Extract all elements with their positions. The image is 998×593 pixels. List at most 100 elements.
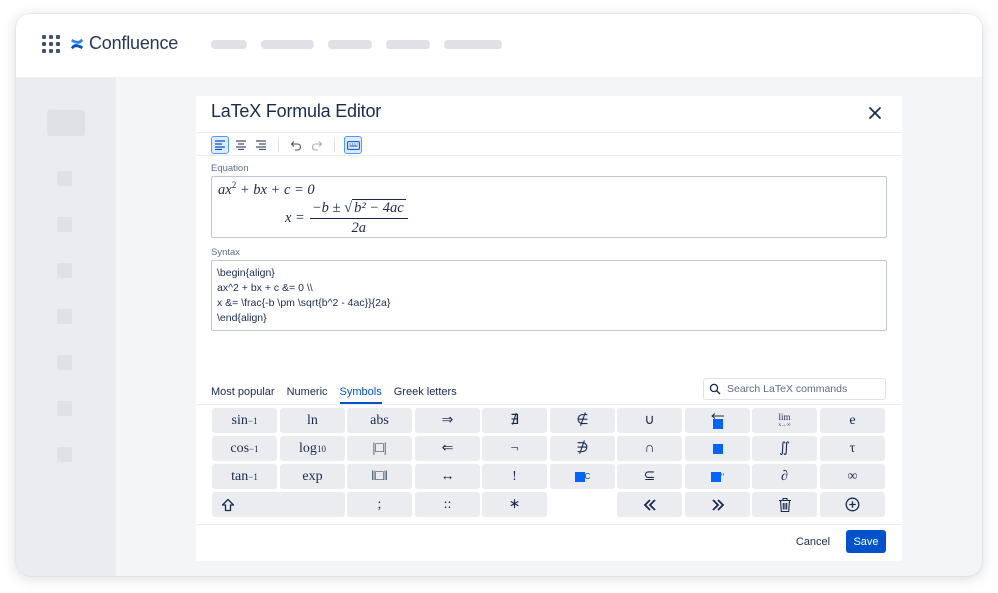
syntax-textarea[interactable]: \begin{align} ax^2 + bx + c &= 0 \\ x &=… (211, 260, 887, 331)
eq-numerator: −b ± √ b² − 4ac (309, 199, 408, 219)
eq-radicand: b² − 4ac (352, 199, 406, 216)
search-icon (709, 383, 721, 395)
cancel-button[interactable]: Cancel (790, 530, 836, 553)
save-button[interactable]: Save (846, 530, 886, 553)
key-not-exists[interactable]: ∄ (482, 408, 547, 433)
tab-numeric[interactable]: Numeric (287, 386, 328, 404)
syntax-line: \begin{align} (217, 267, 275, 279)
key-euler-e[interactable]: e (820, 408, 885, 433)
confluence-window: Confluence LaTeX Formula Editor Equation… (16, 14, 982, 576)
equation-preview: ax2 + bx + c = 0 x = −b ± √ b² − 4ac 2a (211, 176, 887, 238)
equation-label: Equation (211, 163, 249, 174)
key-subseteq[interactable]: ⊆ (617, 464, 682, 489)
toolbar-divider (278, 138, 279, 152)
key-abs-box[interactable]: |□| (347, 436, 412, 461)
key-abs[interactable]: abs (347, 408, 412, 433)
key-arcsin[interactable]: sin −1 (212, 408, 277, 433)
dialog-title: LaTeX Formula Editor (211, 101, 382, 121)
double-chevron-left-icon (643, 498, 656, 511)
key-add[interactable] (820, 492, 885, 517)
align-left-icon[interactable] (211, 136, 229, 154)
key-superscript: C (584, 472, 591, 481)
sidebar (16, 77, 116, 576)
key-exponent: −1 (248, 471, 258, 482)
confluence-logo[interactable]: Confluence (70, 33, 178, 54)
key-superscript: ″ (720, 471, 725, 482)
search-input[interactable] (727, 383, 877, 395)
key-factorial[interactable]: ! (482, 464, 547, 489)
key-infinity[interactable]: ∞ (820, 464, 885, 489)
key-ln[interactable]: ln (280, 408, 345, 433)
sidebar-placeholder-item (57, 263, 72, 278)
key-partial[interactable]: ∂ (752, 464, 817, 489)
eq-lhs: x = (285, 209, 305, 226)
syntax-label: Syntax (211, 247, 241, 258)
key-text: tan (231, 468, 249, 484)
key-double-colon[interactable]: :: (415, 492, 480, 517)
key-overleftarrow[interactable] (685, 408, 750, 433)
tab-greek-letters[interactable]: Greek letters (394, 386, 457, 404)
align-right-icon[interactable] (252, 136, 270, 154)
key-not-contains[interactable]: ∌ (550, 436, 615, 461)
key-double-integral[interactable]: ∬ (752, 436, 817, 461)
key-exp[interactable]: exp (280, 464, 345, 489)
top-navigation: Confluence (16, 14, 982, 77)
eq-num-pre: −b ± (311, 200, 345, 216)
key-asterisk[interactable]: ∗ (482, 492, 547, 517)
toolbar-divider (334, 138, 335, 152)
plus-circle-icon (845, 497, 860, 512)
key-tau[interactable]: τ (820, 436, 885, 461)
key-text: lim (778, 411, 791, 422)
box-placeholder-icon (574, 471, 585, 482)
key-norm-box[interactable]: ‖□‖ (347, 464, 412, 489)
editor-toolbar (196, 132, 902, 156)
syntax-line: ax^2 + bx + c &= 0 \\ (217, 282, 313, 294)
keyboard-icon[interactable] (344, 136, 362, 154)
latex-formula-editor-dialog: LaTeX Formula Editor Equation ax2 + bx +… (196, 96, 902, 561)
sidebar-placeholder-item (57, 309, 72, 324)
key-arccos[interactable]: cos −1 (212, 436, 277, 461)
key-cursor-right[interactable] (685, 492, 750, 517)
close-icon[interactable] (866, 104, 884, 122)
double-chevron-right-icon (711, 498, 724, 511)
symbol-keypad: sin −1 ln abs ⇒ ∄ ∉ ∪ lim x→∞ e cos −1 l… (212, 408, 887, 520)
tab-most-popular[interactable]: Most popular (211, 386, 275, 404)
trash-icon (778, 497, 791, 512)
tab-symbols[interactable]: Symbols (339, 386, 382, 404)
key-implies[interactable]: ⇒ (415, 408, 480, 433)
key-iff[interactable]: ↔ (415, 464, 480, 489)
syntax-line: \end{align} (217, 312, 267, 324)
key-text: cos (230, 440, 250, 456)
key-complement[interactable]: C (550, 464, 615, 489)
key-delete[interactable] (752, 492, 817, 517)
key-exponent: −1 (247, 415, 258, 426)
eq-denominator: 2a (351, 220, 367, 236)
key-negation[interactable]: ¬ (482, 436, 547, 461)
key-arctan[interactable]: tan −1 (212, 464, 277, 489)
syntax-line: x &= \frac{-b \pm \sqrt{b^2 - 4ac}}{2a} (217, 297, 391, 309)
app-switcher-icon[interactable] (42, 35, 60, 53)
key-box-placeholder[interactable] (685, 436, 750, 461)
key-limit[interactable]: lim x→∞ (752, 408, 817, 433)
key-intersection[interactable]: ∩ (617, 436, 682, 461)
key-subscript: x→∞ (778, 421, 791, 428)
latex-search[interactable] (703, 378, 886, 400)
key-union[interactable]: ∪ (617, 408, 682, 433)
redo-icon[interactable] (308, 136, 326, 154)
key-exponent: −1 (249, 443, 259, 454)
key-log10[interactable]: log 10 (280, 436, 345, 461)
sidebar-placeholder-header (47, 110, 85, 136)
key-not-in[interactable]: ∉ (550, 408, 615, 433)
confluence-logo-icon (71, 38, 83, 49)
nav-placeholder-2 (261, 40, 314, 49)
key-shift[interactable] (212, 492, 345, 517)
undo-icon[interactable] (287, 136, 305, 154)
key-double-prime[interactable]: ″ (685, 464, 750, 489)
sidebar-placeholder-item (57, 401, 72, 416)
key-semicolon[interactable]: ; (347, 492, 412, 517)
key-cursor-left[interactable] (617, 492, 682, 517)
align-center-icon[interactable] (232, 136, 250, 154)
key-implied-by[interactable]: ⇐ (415, 436, 480, 461)
nav-placeholder-3 (328, 40, 372, 49)
equation-line-1: ax2 + bx + c = 0 (218, 180, 315, 199)
